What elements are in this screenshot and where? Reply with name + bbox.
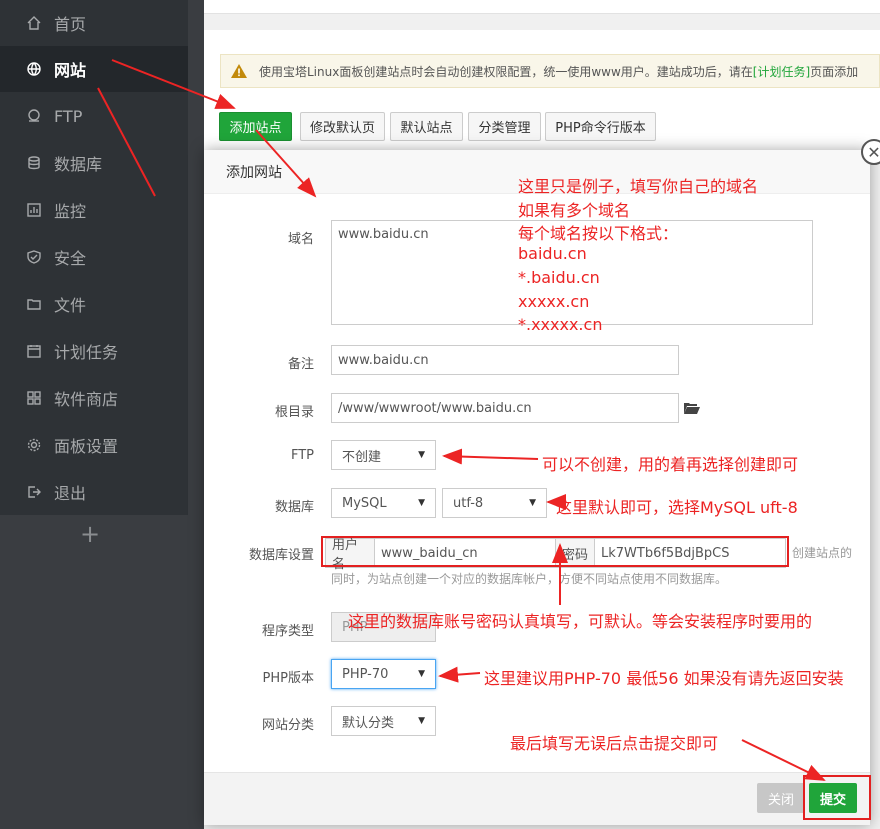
php-cli-version-button[interactable]: PHP命令行版本 [545,112,656,141]
monitor-icon [24,200,44,220]
warning-icon [231,64,247,78]
overlay-backdrop [188,0,204,829]
domain-label: 域名 [287,232,314,247]
sidebar-item-cron[interactable]: 计划任务 [0,328,188,374]
annotation-domain-line: 这里只是例子，填写你自己的域名 [518,177,759,196]
annotation-domain-line: baidu.cn [518,244,587,263]
sidebar-item-label: 数据库 [54,155,103,174]
chevron-down-icon: ▼ [418,669,425,679]
default-site-button[interactable]: 默认站点 [390,112,463,141]
chevron-down-icon: ▼ [418,450,425,460]
dialog-footer: 关闭 提交 [204,772,870,825]
sidebar-item-label: 文件 [54,296,87,315]
sidebar-item-label: 安全 [54,249,87,268]
sidebar-item-logout[interactable]: 退出 [0,469,188,515]
annotation-db: 这里默认即可，选择MySQL uft-8 [556,498,798,517]
sidebar-item-label: FTP [54,106,83,126]
sidebar-item-label: 监控 [54,202,87,221]
annotation-domain-line: 每个域名按以下格式： [518,224,679,243]
folder-icon [24,294,44,314]
sidebar-item-website[interactable]: 网站 [0,46,188,92]
add-icon[interactable]: + [80,520,100,550]
sidebar-item-label: 计划任务 [54,343,119,362]
site-category-label: 网站分类 [261,718,314,733]
notice-bar: 使用宝塔Linux面板创建站点时会自动创建权限配置，统一使用www用户。建站成功… [220,54,880,88]
ftp-select[interactable]: 不创建 ▼ [331,440,436,470]
program-type-label: 程序类型 [261,624,314,639]
annotation-submit-box [803,775,871,820]
db-settings-label: 数据库设置 [248,548,314,563]
sidebar-footer [0,515,188,829]
sidebar-item-settings[interactable]: 面板设置 [0,422,188,468]
sidebar: 首页 网站 FTP 数据库 监控 安全 文件 计划任务 软件商店 面板设置 退出 [0,0,188,515]
ftp-icon [24,106,44,126]
calendar-icon [24,341,44,361]
grid-icon [24,388,44,408]
db-hint-right: 创建站点的 [792,546,853,560]
ftp-label: FTP [290,448,314,463]
edit-default-page-button[interactable]: 修改默认页 [300,112,385,141]
top-panel [204,0,880,14]
gear-icon [24,435,44,455]
close-button[interactable]: 关闭 [757,783,805,813]
dialog-close-icon[interactable]: ✕ [861,139,880,165]
sidebar-item-label: 软件商店 [54,390,119,409]
site-category-select[interactable]: 默认分类 ▼ [331,706,436,736]
home-icon [24,13,44,33]
annotation-db-settings-box [321,536,789,567]
db-charset-select[interactable]: utf-8 ▼ [442,488,547,518]
site-panel: 使用宝塔Linux面板创建站点时会自动创建权限配置，统一使用www用户。建站成功… [204,30,880,160]
sidebar-item-label: 面板设置 [54,437,119,456]
chevron-down-icon: ▼ [418,716,425,726]
chevron-down-icon: ▼ [529,498,536,508]
ftp-select-value: 不创建 [342,449,382,465]
sidebar-item-home[interactable]: 首页 [0,0,188,46]
db-charset-value: utf-8 [453,495,484,511]
annotation-ftp: 可以不创建，用的着再选择创建即可 [542,455,799,474]
sidebar-item-monitor[interactable]: 监控 [0,187,188,233]
sidebar-item-security[interactable]: 安全 [0,234,188,280]
remark-label: 备注 [287,357,314,372]
chevron-down-icon: ▼ [418,498,425,508]
site-category-value: 默认分类 [342,715,395,731]
sidebar-item-store[interactable]: 软件商店 [0,375,188,421]
database-icon [24,153,44,173]
annotation-domain-line: *.baidu.cn [518,268,600,287]
annotation-submit: 最后填写无误后点击提交即可 [510,734,719,753]
db-type-select[interactable]: MySQL ▼ [331,488,436,518]
annotation-db-settings: 这里的数据库账号密码认真填写，可默认。等会安装程序时要用的 [348,612,813,631]
php-version-value: PHP-70 [342,666,389,682]
annotation-php: 这里建议用PHP-70 最低56 如果没有请先返回安装 [484,669,844,688]
php-version-select[interactable]: PHP-70 ▼ [331,659,436,689]
annotation-domain-line: 如果有多个域名 [518,201,631,220]
annotation-domain-line: *.xxxxx.cn [518,315,603,332]
sidebar-item-database[interactable]: 数据库 [0,140,188,186]
logout-icon [24,482,44,502]
notice-text: 使用宝塔Linux面板创建站点时会自动创建权限配置，统一使用www用户。建站成功… [259,64,753,79]
root-label: 根目录 [274,405,314,420]
category-manage-button[interactable]: 分类管理 [468,112,541,141]
sidebar-item-label: 网站 [54,61,87,80]
sidebar-item-ftp[interactable]: FTP [0,93,188,139]
notice-cron-link[interactable]: [计划任务] [753,63,810,80]
annotation-domain-line: xxxxx.cn [518,292,590,311]
notice-tail: 页面添加 [810,64,859,79]
shield-icon [24,247,44,267]
database-label: 数据库 [274,500,314,515]
db-type-value: MySQL [342,495,387,511]
globe-icon [24,59,44,79]
remark-input[interactable]: www.baidu.cn [331,345,679,375]
php-version-label: PHP版本 [262,671,314,686]
folder-open-icon[interactable] [683,401,701,415]
sidebar-item-files[interactable]: 文件 [0,281,188,327]
sidebar-item-label: 首页 [54,15,87,34]
db-hint-line2: 同时，为站点创建一个对应的数据库帐户，方便不同站点使用不同数据库。 [331,572,728,586]
add-site-button[interactable]: 添加站点 [219,112,292,141]
sidebar-item-label: 退出 [54,484,87,503]
root-input[interactable]: /www/wwwroot/www.baidu.cn [331,393,679,423]
